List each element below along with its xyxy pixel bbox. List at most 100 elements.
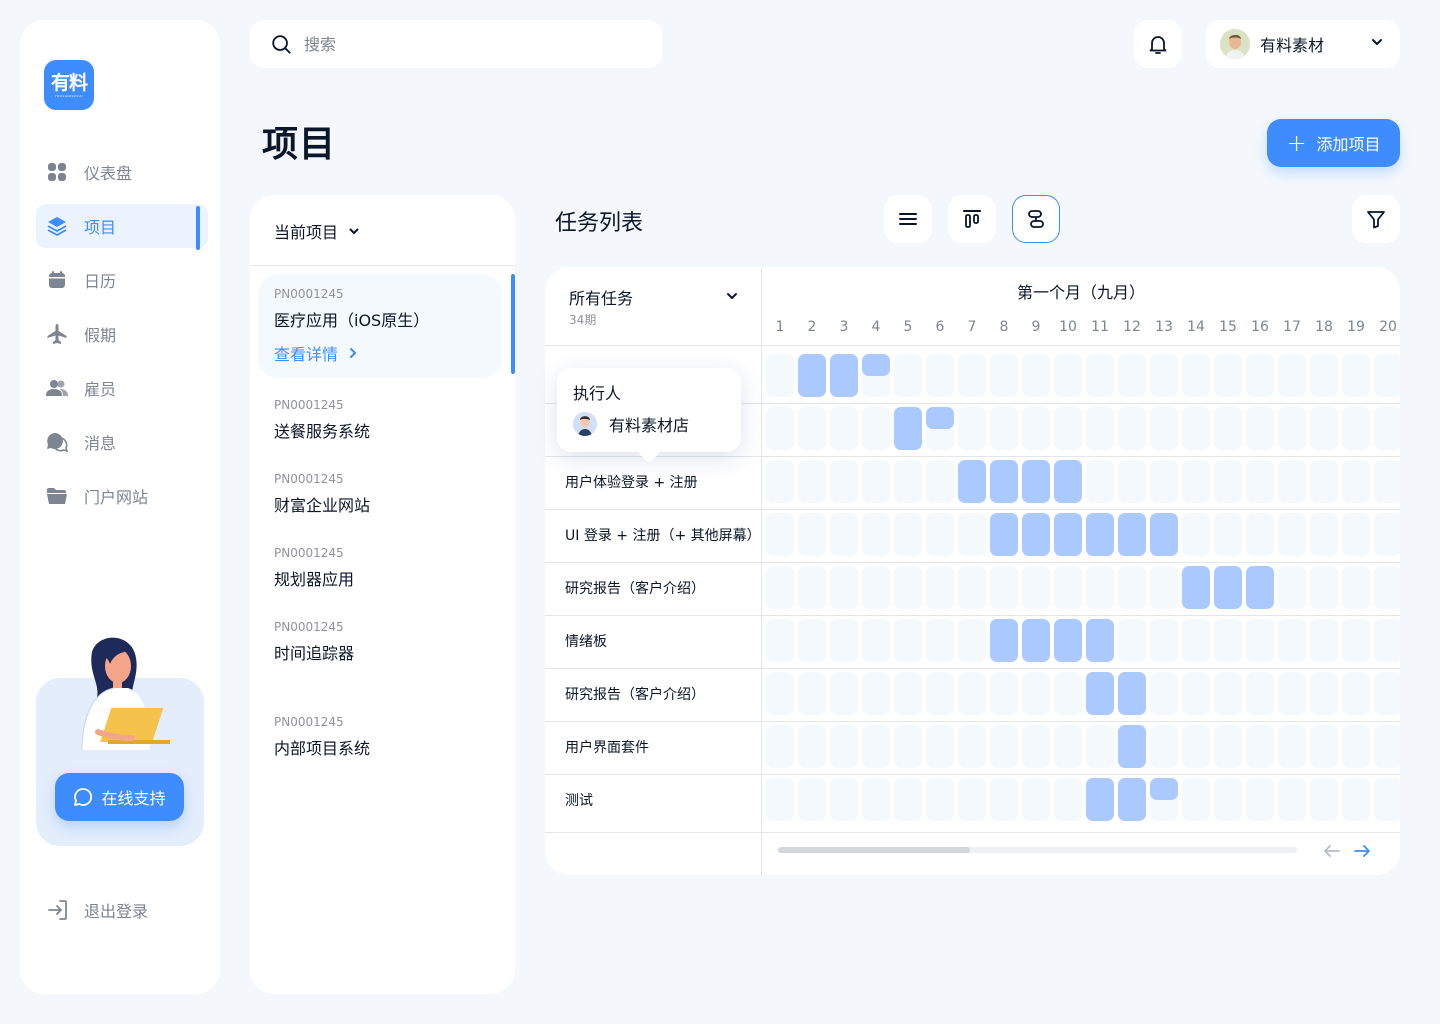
- timeline-view-button[interactable]: [1012, 195, 1060, 243]
- task-bar[interactable]: [1246, 566, 1274, 609]
- task-bar[interactable]: [1086, 672, 1114, 715]
- task-bar[interactable]: [1086, 778, 1114, 821]
- day-cell[interactable]: [1310, 460, 1338, 503]
- task-name[interactable]: 用户体验登录 + 注册: [565, 473, 698, 493]
- sidebar-item-users[interactable]: 雇员: [36, 366, 208, 410]
- project-item[interactable]: PN0001245 时间追踪器: [258, 607, 502, 677]
- task-bar[interactable]: [1022, 619, 1050, 662]
- day-cell[interactable]: [766, 725, 794, 768]
- day-cell[interactable]: [1278, 778, 1306, 821]
- day-cell[interactable]: [1374, 778, 1400, 821]
- day-cell[interactable]: [1182, 407, 1210, 450]
- day-cell[interactable]: [1342, 778, 1370, 821]
- day-cell[interactable]: [1150, 407, 1178, 450]
- day-cell[interactable]: [1022, 566, 1050, 609]
- day-cell[interactable]: [830, 566, 858, 609]
- day-cell[interactable]: [894, 460, 922, 503]
- day-cell[interactable]: [1150, 354, 1178, 397]
- day-cell[interactable]: [1214, 619, 1242, 662]
- day-cell[interactable]: [894, 619, 922, 662]
- day-cell[interactable]: [1086, 566, 1114, 609]
- day-cell[interactable]: [1246, 778, 1274, 821]
- day-cell[interactable]: [1086, 354, 1114, 397]
- day-cell[interactable]: [1182, 460, 1210, 503]
- task-bar[interactable]: [1150, 778, 1178, 800]
- sidebar-item-layers[interactable]: 项目: [36, 204, 208, 248]
- task-bar[interactable]: [1182, 566, 1210, 609]
- day-cell[interactable]: [990, 725, 1018, 768]
- task-bar[interactable]: [958, 460, 986, 503]
- day-cell[interactable]: [1246, 354, 1274, 397]
- day-cell[interactable]: [1182, 619, 1210, 662]
- day-cell[interactable]: [1278, 725, 1306, 768]
- day-cell[interactable]: [1054, 407, 1082, 450]
- task-bar[interactable]: [798, 354, 826, 397]
- day-cell[interactable]: [1118, 460, 1146, 503]
- project-item[interactable]: PN0001245 送餐服务系统: [258, 385, 502, 455]
- day-cell[interactable]: [1310, 619, 1338, 662]
- task-bar[interactable]: [926, 407, 954, 429]
- day-cell[interactable]: [990, 354, 1018, 397]
- sidebar-item-calendar[interactable]: 日历: [36, 258, 208, 302]
- day-cell[interactable]: [830, 778, 858, 821]
- day-cell[interactable]: [862, 672, 890, 715]
- day-cell[interactable]: [1278, 460, 1306, 503]
- day-cell[interactable]: [1374, 513, 1400, 556]
- task-bar[interactable]: [990, 460, 1018, 503]
- logout-button[interactable]: 退出登录: [46, 898, 148, 922]
- sidebar-item-folder[interactable]: 门户网站: [36, 474, 208, 518]
- sidebar-item-chat[interactable]: 消息: [36, 420, 208, 464]
- task-bar[interactable]: [1118, 778, 1146, 821]
- day-cell[interactable]: [1278, 566, 1306, 609]
- task-bar[interactable]: [1054, 513, 1082, 556]
- day-cell[interactable]: [1342, 407, 1370, 450]
- day-cell[interactable]: [798, 672, 826, 715]
- day-cell[interactable]: [1374, 725, 1400, 768]
- day-cell[interactable]: [1086, 725, 1114, 768]
- day-cell[interactable]: [1182, 725, 1210, 768]
- day-cell[interactable]: [1342, 460, 1370, 503]
- day-cell[interactable]: [926, 460, 954, 503]
- day-cell[interactable]: [1342, 566, 1370, 609]
- task-name[interactable]: 用户界面套件: [565, 738, 649, 758]
- day-cell[interactable]: [1246, 672, 1274, 715]
- day-cell[interactable]: [798, 778, 826, 821]
- day-cell[interactable]: [958, 672, 986, 715]
- day-cell[interactable]: [1214, 354, 1242, 397]
- task-bar[interactable]: [1118, 672, 1146, 715]
- day-cell[interactable]: [1342, 725, 1370, 768]
- task-bar[interactable]: [862, 354, 890, 376]
- day-cell[interactable]: [1278, 354, 1306, 397]
- task-bar[interactable]: [1118, 725, 1146, 768]
- day-cell[interactable]: [1214, 460, 1242, 503]
- task-bar[interactable]: [990, 619, 1018, 662]
- day-cell[interactable]: [926, 566, 954, 609]
- day-cell[interactable]: [798, 725, 826, 768]
- day-cell[interactable]: [1374, 460, 1400, 503]
- notifications-button[interactable]: [1134, 20, 1182, 68]
- day-cell[interactable]: [926, 778, 954, 821]
- day-cell[interactable]: [1374, 672, 1400, 715]
- day-cell[interactable]: [1278, 513, 1306, 556]
- day-cell[interactable]: [1278, 407, 1306, 450]
- day-cell[interactable]: [1150, 566, 1178, 609]
- day-cell[interactable]: [1342, 619, 1370, 662]
- day-cell[interactable]: [926, 354, 954, 397]
- app-logo[interactable]: 有料 YOULIAOSUCAI: [44, 60, 94, 110]
- day-cell[interactable]: [1246, 460, 1274, 503]
- task-bar[interactable]: [1086, 513, 1114, 556]
- day-cell[interactable]: [798, 513, 826, 556]
- day-cell[interactable]: [862, 619, 890, 662]
- day-cell[interactable]: [798, 566, 826, 609]
- day-cell[interactable]: [830, 619, 858, 662]
- day-cell[interactable]: [958, 778, 986, 821]
- task-bar[interactable]: [1054, 619, 1082, 662]
- day-cell[interactable]: [894, 354, 922, 397]
- day-cell[interactable]: [766, 619, 794, 662]
- day-cell[interactable]: [862, 513, 890, 556]
- all-tasks-dropdown[interactable]: 所有任务: [569, 285, 633, 309]
- project-item[interactable]: PN0001245 内部项目系统: [258, 702, 502, 772]
- day-cell[interactable]: [1214, 513, 1242, 556]
- day-cell[interactable]: [1310, 354, 1338, 397]
- day-cell[interactable]: [830, 460, 858, 503]
